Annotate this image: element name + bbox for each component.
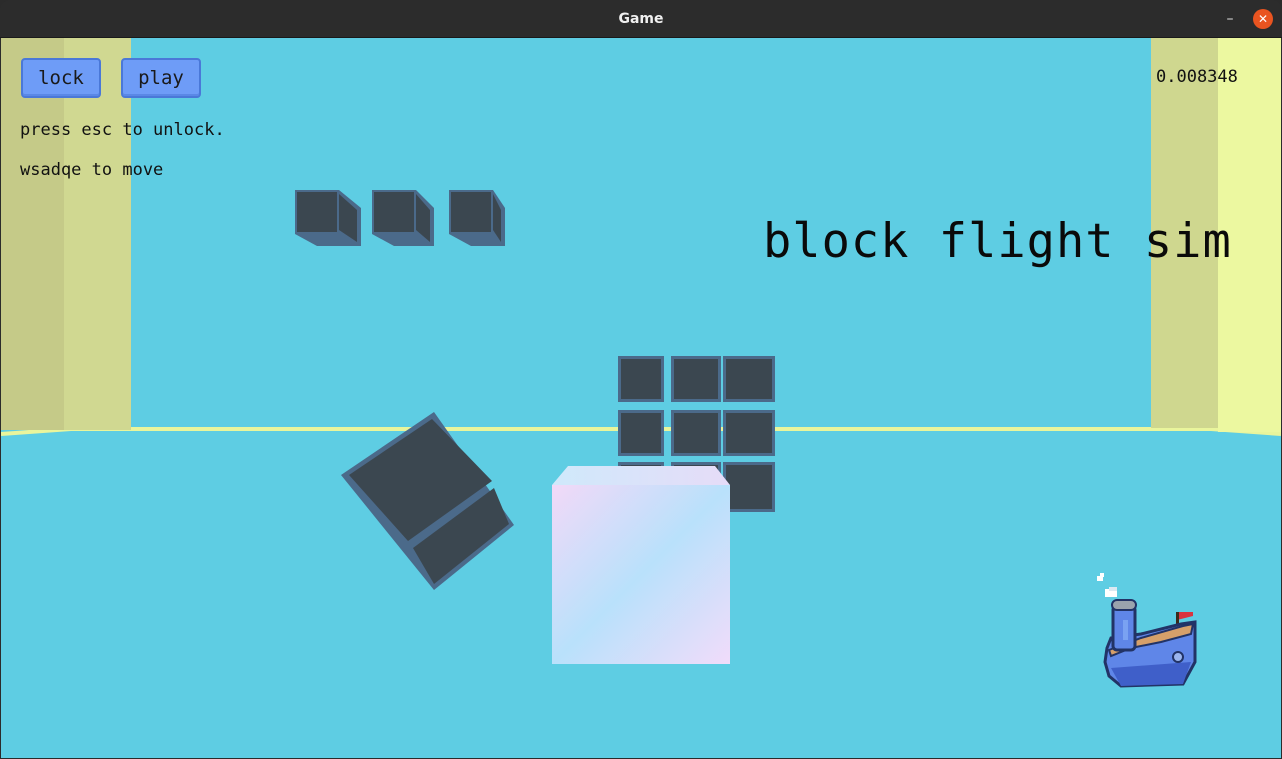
grid-cube: [618, 356, 664, 402]
title-bar: Game – ✕: [0, 0, 1282, 38]
timer-readout: 0.008348: [1156, 67, 1238, 87]
grid-cube: [618, 410, 664, 456]
game-viewport[interactable]: lock play press esc to unlock. wsadqe to…: [1, 38, 1281, 758]
instruction-unlock: press esc to unlock.: [20, 120, 225, 140]
window-title: Game: [618, 11, 664, 27]
minimize-icon[interactable]: –: [1219, 9, 1241, 31]
floating-cube: [449, 190, 505, 246]
grid-cube: [723, 410, 775, 456]
floating-cube: [372, 190, 434, 246]
close-icon[interactable]: ✕: [1253, 9, 1273, 29]
grid-cube: [723, 462, 775, 512]
play-button[interactable]: play: [121, 58, 201, 98]
grid-cube: [671, 356, 721, 402]
instruction-move: wsadqe to move: [20, 160, 164, 180]
grid-cube: [723, 356, 775, 402]
lock-button[interactable]: lock: [21, 58, 101, 98]
scene-title: block flight sim: [763, 214, 1232, 269]
game-window: Game – ✕ lock play press esc to unlock. …: [0, 0, 1282, 759]
grid-cube: [671, 410, 721, 456]
game-scene: [1, 38, 1281, 758]
player-cube: [552, 466, 730, 664]
floating-cube: [295, 190, 361, 246]
